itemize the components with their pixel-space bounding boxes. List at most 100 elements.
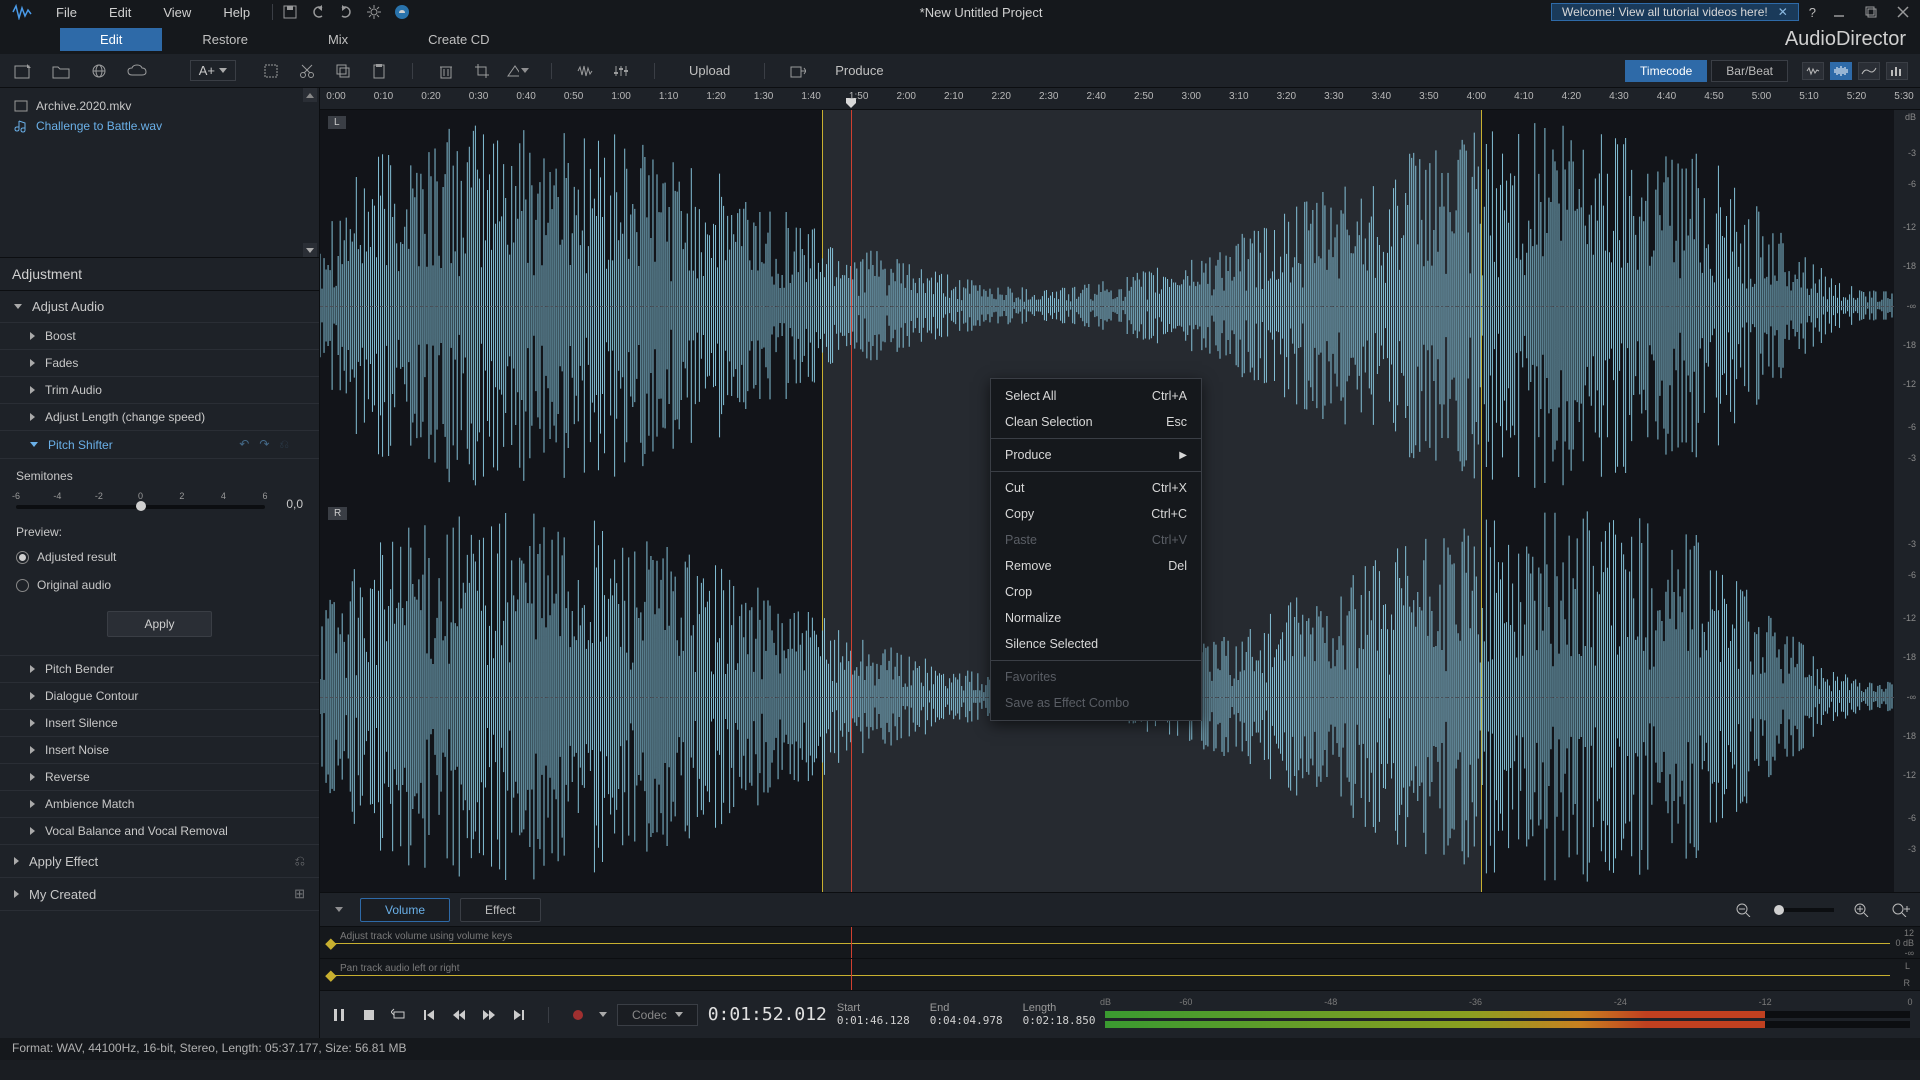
sub-trim-audio[interactable]: Trim Audio bbox=[0, 377, 319, 404]
undo-small-icon[interactable]: ↶ bbox=[239, 437, 249, 452]
sub-pitch-bender[interactable]: Pitch Bender bbox=[0, 656, 319, 683]
volume-key[interactable] bbox=[325, 938, 336, 949]
filelist-scroll-up[interactable] bbox=[303, 88, 317, 102]
view-wave-icon[interactable] bbox=[1802, 62, 1824, 80]
sub-boost[interactable]: Boost bbox=[0, 323, 319, 350]
menu-help[interactable]: Help bbox=[209, 3, 264, 22]
record-dropdown[interactable] bbox=[599, 1012, 607, 1017]
welcome-close-icon[interactable]: ✕ bbox=[1778, 5, 1788, 19]
crop-tool-icon[interactable] bbox=[471, 60, 493, 82]
cloud-badge-icon[interactable] bbox=[393, 3, 411, 21]
volume-tab[interactable]: Volume bbox=[360, 898, 450, 922]
redo-icon[interactable] bbox=[337, 3, 355, 21]
effect-tab[interactable]: Effect bbox=[460, 898, 540, 922]
view-wave-detail-icon[interactable] bbox=[1830, 62, 1852, 80]
pan-lane[interactable]: Pan track audio left or right LR bbox=[320, 958, 1920, 990]
pause-button[interactable] bbox=[330, 1006, 348, 1024]
sub-insert-silence[interactable]: Insert Silence bbox=[0, 710, 319, 737]
apply-button[interactable]: Apply bbox=[107, 611, 211, 637]
sub-pitch-shifter[interactable]: Pitch Shifter ↶ ↷ ⎌ bbox=[0, 431, 319, 459]
view-bars-icon[interactable] bbox=[1886, 62, 1908, 80]
cm-silence[interactable]: Silence Selected bbox=[991, 631, 1201, 657]
save-icon[interactable] bbox=[281, 3, 299, 21]
skip-start-button[interactable] bbox=[420, 1006, 438, 1024]
start-value[interactable]: 0:01:46.128 bbox=[837, 1014, 910, 1027]
undo-icon[interactable] bbox=[309, 3, 327, 21]
download-web-icon[interactable] bbox=[88, 60, 110, 82]
skip-end-button[interactable] bbox=[510, 1006, 528, 1024]
cm-crop[interactable]: Crop bbox=[991, 579, 1201, 605]
zoom-out-h-icon[interactable] bbox=[1736, 903, 1754, 917]
cm-copy[interactable]: CopyCtrl+C bbox=[991, 501, 1201, 527]
text-size-dropdown[interactable]: A+ bbox=[190, 60, 236, 81]
codec-dropdown[interactable]: Codec bbox=[617, 1004, 698, 1026]
fade-tool-icon[interactable] bbox=[507, 60, 529, 82]
end-value[interactable]: 0:04:04.978 bbox=[930, 1014, 1003, 1027]
redo-small-icon[interactable]: ↷ bbox=[259, 437, 269, 452]
cm-clean-selection[interactable]: Clean SelectionEsc bbox=[991, 409, 1201, 435]
copy-tool-icon[interactable] bbox=[332, 60, 354, 82]
select-tool-icon[interactable] bbox=[260, 60, 282, 82]
file-item-video[interactable]: Archive.2020.mkv bbox=[10, 96, 309, 116]
zoom-in-h-icon[interactable] bbox=[1854, 903, 1872, 917]
radio-adjusted-result[interactable]: Adjusted result bbox=[16, 547, 303, 567]
menu-edit[interactable]: Edit bbox=[95, 3, 145, 22]
sub-fades[interactable]: Fades bbox=[0, 350, 319, 377]
sub-ambience-match[interactable]: Ambience Match bbox=[0, 791, 319, 818]
normalize-icon[interactable] bbox=[574, 60, 596, 82]
radio-original-audio[interactable]: Original audio bbox=[16, 575, 303, 595]
stop-button[interactable] bbox=[360, 1006, 378, 1024]
sub-insert-noise[interactable]: Insert Noise bbox=[0, 737, 319, 764]
cm-cut[interactable]: CutCtrl+X bbox=[991, 475, 1201, 501]
rewind-button[interactable] bbox=[450, 1006, 468, 1024]
volume-lane[interactable]: Adjust track volume using volume keys 12… bbox=[320, 926, 1920, 958]
sub-adjust-length[interactable]: Adjust Length (change speed) bbox=[0, 404, 319, 431]
reset-small-icon[interactable]: ⎌ bbox=[279, 437, 289, 452]
tab-mix[interactable]: Mix bbox=[288, 28, 388, 51]
import-folder-icon[interactable] bbox=[50, 60, 72, 82]
apply-effect-section[interactable]: Apply Effect⎌ bbox=[0, 845, 319, 878]
menu-file[interactable]: File bbox=[42, 3, 91, 22]
minimize-icon[interactable] bbox=[1830, 3, 1848, 21]
import-media-icon[interactable] bbox=[12, 60, 34, 82]
view-spectral-icon[interactable] bbox=[1858, 62, 1880, 80]
forward-button[interactable] bbox=[480, 1006, 498, 1024]
cloud-icon[interactable] bbox=[126, 60, 148, 82]
cm-remove[interactable]: RemoveDel bbox=[991, 553, 1201, 579]
record-button[interactable] bbox=[569, 1006, 587, 1024]
welcome-banner[interactable]: Welcome! View all tutorial videos here! … bbox=[1551, 3, 1799, 21]
cut-tool-icon[interactable] bbox=[296, 60, 318, 82]
tab-create-cd[interactable]: Create CD bbox=[388, 28, 529, 51]
paste-tool-icon[interactable] bbox=[368, 60, 390, 82]
timecode-toggle[interactable]: Timecode bbox=[1625, 60, 1707, 82]
cm-normalize[interactable]: Normalize bbox=[991, 605, 1201, 631]
cm-produce[interactable]: Produce▶ bbox=[991, 442, 1201, 468]
tab-edit[interactable]: Edit bbox=[60, 28, 162, 51]
produce-export-icon[interactable] bbox=[787, 60, 809, 82]
lane-menu-icon[interactable] bbox=[328, 899, 350, 921]
my-created-section[interactable]: My Created⊞ bbox=[0, 878, 319, 911]
time-ruler[interactable]: 0:000:100:200:300:400:501:001:101:201:30… bbox=[320, 88, 1920, 110]
help-icon[interactable]: ? bbox=[1809, 5, 1816, 20]
barbeat-toggle[interactable]: Bar/Beat bbox=[1711, 60, 1788, 82]
reset-icon[interactable]: ⎌ bbox=[295, 853, 305, 869]
zoom-fit-icon[interactable] bbox=[1892, 903, 1910, 917]
filelist-scroll-down[interactable] bbox=[303, 243, 317, 257]
maximize-icon[interactable] bbox=[1862, 3, 1880, 21]
produce-button[interactable]: Produce bbox=[823, 60, 895, 81]
gain-icon[interactable] bbox=[610, 60, 632, 82]
upload-button[interactable]: Upload bbox=[677, 60, 742, 81]
close-icon[interactable] bbox=[1894, 3, 1912, 21]
semitone-slider[interactable]: -6 -4 -2 0 2 4 6 bbox=[16, 491, 265, 517]
sub-vocal-balance[interactable]: Vocal Balance and Vocal Removal bbox=[0, 818, 319, 845]
adjust-audio-section[interactable]: Adjust Audio bbox=[0, 291, 319, 323]
menu-view[interactable]: View bbox=[149, 3, 205, 22]
loop-button[interactable] bbox=[390, 1006, 408, 1024]
cm-select-all[interactable]: Select AllCtrl+A bbox=[991, 383, 1201, 409]
pan-key[interactable] bbox=[325, 970, 336, 981]
gear-icon[interactable] bbox=[365, 3, 383, 21]
add-icon[interactable]: ⊞ bbox=[294, 886, 305, 902]
sub-dialogue-contour[interactable]: Dialogue Contour bbox=[0, 683, 319, 710]
tab-restore[interactable]: Restore bbox=[162, 28, 288, 51]
sub-reverse[interactable]: Reverse bbox=[0, 764, 319, 791]
